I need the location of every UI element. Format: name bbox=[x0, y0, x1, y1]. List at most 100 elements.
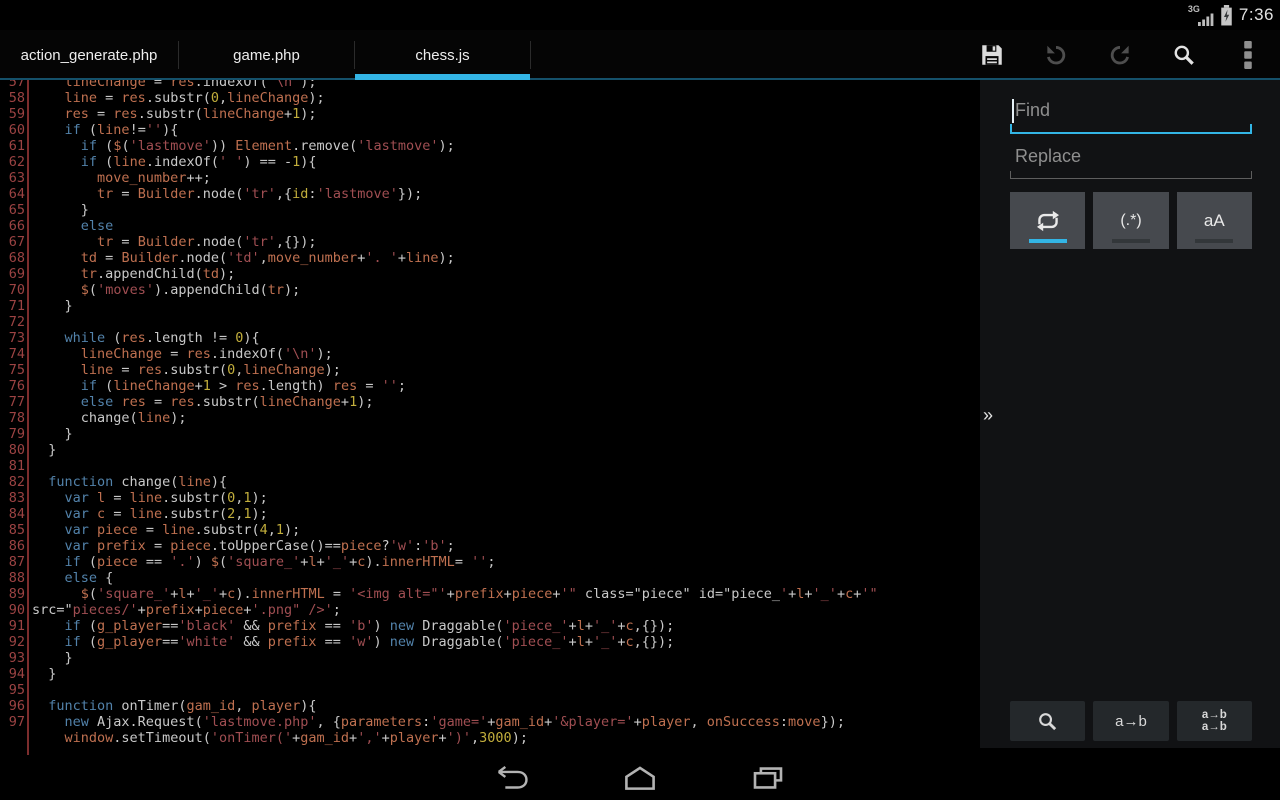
line-number: 62 bbox=[0, 154, 25, 170]
code-line[interactable]: 96 function onTimer(gam_id, player){ bbox=[0, 698, 980, 714]
code-line[interactable]: 94 } bbox=[0, 666, 980, 682]
code-line[interactable]: 90src="pieces/'+prefix+piece+'.png" />'; bbox=[0, 602, 980, 618]
code-line[interactable]: 76 if (lineChange+1 > res.length) res = … bbox=[0, 378, 980, 394]
code-line[interactable]: 92 if (g_player=='white' && prefix == 'w… bbox=[0, 634, 980, 650]
code-line[interactable]: 71 } bbox=[0, 298, 980, 314]
code-text: else { bbox=[32, 570, 113, 586]
line-number: 74 bbox=[0, 346, 25, 362]
code-line[interactable]: 84 var c = line.substr(2,1); bbox=[0, 506, 980, 522]
code-line[interactable]: 83 var l = line.substr(0,1); bbox=[0, 490, 980, 506]
code-line[interactable]: 77 else res = res.substr(lineChange+1); bbox=[0, 394, 980, 410]
code-line[interactable]: 86 var prefix = piece.toUpperCase()==pie… bbox=[0, 538, 980, 554]
replace-input[interactable] bbox=[1010, 142, 1259, 171]
tab-chess-js[interactable]: chess.js bbox=[355, 30, 530, 80]
line-number: 59 bbox=[0, 106, 25, 122]
code-line[interactable]: 80 } bbox=[0, 442, 980, 458]
line-number: 81 bbox=[0, 458, 25, 474]
code-line[interactable]: 58 line = res.substr(0,lineChange); bbox=[0, 90, 980, 106]
code-line[interactable]: 63 move_number++; bbox=[0, 170, 980, 186]
overflow-menu-button[interactable] bbox=[1216, 30, 1280, 80]
redo-button[interactable] bbox=[1088, 30, 1152, 80]
code-line[interactable]: 85 var piece = line.substr(4,1); bbox=[0, 522, 980, 538]
code-text: if (line!=''){ bbox=[32, 122, 178, 138]
line-number: 82 bbox=[0, 474, 25, 490]
wrap-around-toggle[interactable] bbox=[1010, 192, 1085, 249]
code-text: line = res.substr(0,lineChange); bbox=[32, 362, 341, 378]
code-line[interactable]: 93 } bbox=[0, 650, 980, 666]
code-line[interactable]: 72 bbox=[0, 314, 980, 330]
line-number: 66 bbox=[0, 218, 25, 234]
code-text: move_number++; bbox=[32, 170, 211, 186]
replace-button[interactable]: a→b bbox=[1093, 701, 1168, 741]
status-time: 7:36 bbox=[1239, 5, 1274, 25]
code-line[interactable]: 89 $('square_'+l+'_'+c).innerHTML = '<im… bbox=[0, 586, 980, 602]
tab-label: chess.js bbox=[415, 47, 469, 64]
line-number: 86 bbox=[0, 538, 25, 554]
code-text: lineChange = res.indexOf('\n'); bbox=[32, 346, 333, 362]
code-line[interactable]: 95 bbox=[0, 682, 980, 698]
code-line[interactable]: 73 while (res.length != 0){ bbox=[0, 330, 980, 346]
code-line[interactable]: 79 } bbox=[0, 426, 980, 442]
find-input[interactable] bbox=[1010, 96, 1259, 125]
code-line[interactable]: 67 tr = Builder.node('tr',{}); bbox=[0, 234, 980, 250]
line-number: 60 bbox=[0, 122, 25, 138]
line-number: 80 bbox=[0, 442, 25, 458]
code-text: tr.appendChild(td); bbox=[32, 266, 235, 282]
match-case-toggle[interactable]: aA bbox=[1177, 192, 1252, 249]
code-line[interactable]: window.setTimeout('onTimer('+gam_id+','+… bbox=[0, 730, 980, 746]
code-line[interactable]: 59 res = res.substr(lineChange+1); bbox=[0, 106, 980, 122]
code-line[interactable]: 75 line = res.substr(0,lineChange); bbox=[0, 362, 980, 378]
line-number: 83 bbox=[0, 490, 25, 506]
code-line[interactable]: 57 lineChange = res.indexOf('\n'); bbox=[0, 80, 980, 90]
code-text: $('square_'+l+'_'+c).innerHTML = '<img a… bbox=[32, 586, 878, 602]
signal-strength-icon: 3G bbox=[1188, 3, 1214, 27]
tab-game-php[interactable]: game.php bbox=[179, 30, 354, 80]
tab-bar: action_generate.php game.php chess.js bbox=[0, 30, 1280, 80]
line-number: 57 bbox=[0, 80, 25, 90]
code-line[interactable]: 60 if (line!=''){ bbox=[0, 122, 980, 138]
replace-all-button[interactable]: a→b a→b bbox=[1177, 701, 1252, 741]
search-icon bbox=[1036, 710, 1059, 733]
recents-button[interactable] bbox=[704, 755, 832, 800]
collapse-panel-chevron-icon[interactable]: » bbox=[983, 405, 993, 426]
code-line[interactable]: 81 bbox=[0, 458, 980, 474]
save-button[interactable] bbox=[960, 30, 1024, 80]
tab-label: game.php bbox=[233, 47, 300, 64]
code-line[interactable]: 61 if ($('lastmove')) Element.remove('la… bbox=[0, 138, 980, 154]
line-number: 76 bbox=[0, 378, 25, 394]
code-text: change(line); bbox=[32, 410, 186, 426]
code-line[interactable]: 82 function change(line){ bbox=[0, 474, 980, 490]
code-line[interactable]: 66 else bbox=[0, 218, 980, 234]
line-number: 94 bbox=[0, 666, 25, 682]
code-line[interactable]: 64 tr = Builder.node('tr',{id:'lastmove'… bbox=[0, 186, 980, 202]
code-line[interactable]: 69 tr.appendChild(td); bbox=[0, 266, 980, 282]
code-line[interactable]: 88 else { bbox=[0, 570, 980, 586]
undo-button[interactable] bbox=[1024, 30, 1088, 80]
code-line[interactable]: 91 if (g_player=='black' && prefix == 'b… bbox=[0, 618, 980, 634]
code-line[interactable]: 62 if (line.indexOf(' ') == -1){ bbox=[0, 154, 980, 170]
back-icon bbox=[492, 765, 532, 790]
code-line[interactable]: 78 change(line); bbox=[0, 410, 980, 426]
code-line[interactable]: 70 $('moves').appendChild(tr); bbox=[0, 282, 980, 298]
find-next-button[interactable] bbox=[1010, 701, 1085, 741]
home-button[interactable] bbox=[576, 755, 704, 800]
line-number: 87 bbox=[0, 554, 25, 570]
redo-icon bbox=[1107, 42, 1133, 68]
code-line[interactable]: 97 new Ajax.Request('lastmove.php', {par… bbox=[0, 714, 980, 730]
code-editor[interactable]: 57 lineChange = res.indexOf('\n');58 lin… bbox=[0, 80, 980, 755]
tab-label: action_generate.php bbox=[21, 47, 158, 64]
code-text: else bbox=[32, 218, 113, 234]
code-text: new Ajax.Request('lastmove.php', {parame… bbox=[32, 714, 845, 730]
screen: 3G 7:36 action_generate.php game.php c bbox=[0, 0, 1280, 800]
code-text: } bbox=[32, 650, 73, 666]
search-button[interactable] bbox=[1152, 30, 1216, 80]
tab-action-generate-php[interactable]: action_generate.php bbox=[0, 30, 178, 80]
toggle-indicator bbox=[1112, 239, 1150, 243]
back-button[interactable] bbox=[448, 755, 576, 800]
regex-toggle[interactable]: (.*) bbox=[1093, 192, 1168, 249]
line-number: 64 bbox=[0, 186, 25, 202]
code-line[interactable]: 68 td = Builder.node('td',move_number+'.… bbox=[0, 250, 980, 266]
code-line[interactable]: 74 lineChange = res.indexOf('\n'); bbox=[0, 346, 980, 362]
code-line[interactable]: 87 if (piece == '.') $('square_'+l+'_'+c… bbox=[0, 554, 980, 570]
code-line[interactable]: 65 } bbox=[0, 202, 980, 218]
